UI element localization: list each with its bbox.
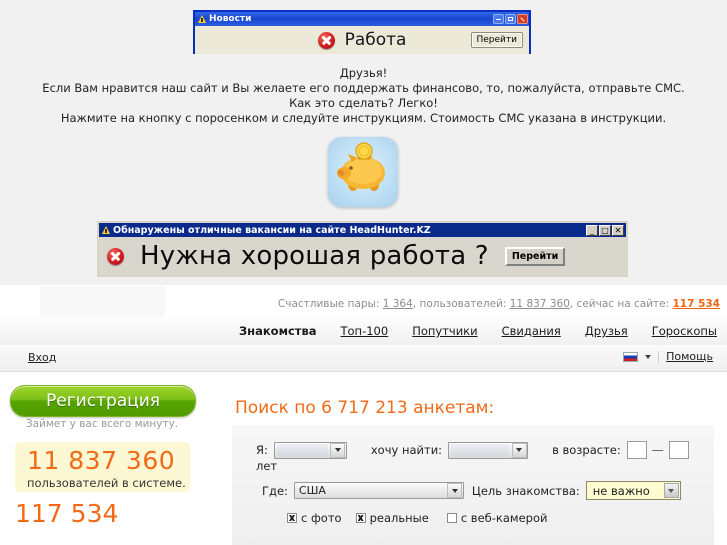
register-button-label: Регистрация: [46, 391, 160, 411]
banner1-headline: Работа: [344, 30, 407, 50]
help-link[interactable]: Помощь: [666, 350, 713, 363]
error-x-icon: [107, 247, 124, 265]
goal-value: не важно: [592, 483, 650, 498]
users-count-caption: пользователей в системе.: [27, 476, 186, 490]
minimize-icon[interactable]: _: [586, 224, 598, 236]
main-nav: Знакомства Топ-100 Попутчики Свидания Др…: [239, 317, 717, 345]
sms-line-2: Если Вам нравится наш сайт и Вы желаете …: [42, 81, 685, 95]
where-select[interactable]: США: [293, 482, 464, 499]
dating-site-page: Счастливые пары: 1 364, пользователей: 1…: [0, 285, 727, 545]
warning-triangle-icon: [102, 226, 110, 234]
checkbox-icon[interactable]: [287, 513, 297, 523]
register-button[interactable]: Регистрация: [10, 385, 196, 417]
banner1-body: Работа Перейти: [195, 26, 529, 54]
users-count-value: 11 837 360: [27, 446, 176, 475]
nav-item-svidaniya[interactable]: Свидания: [502, 324, 561, 338]
chevron-down-icon[interactable]: [330, 442, 346, 458]
checkbox-icon[interactable]: [446, 513, 457, 523]
want-value: [451, 443, 510, 457]
sms-line-1: Друзья!: [339, 66, 388, 80]
divider: [658, 350, 660, 363]
banner2-go-button[interactable]: Перейти: [504, 246, 566, 266]
chevron-down-icon[interactable]: [511, 442, 527, 458]
nav-item-goroskopy[interactable]: Гороскопы: [652, 324, 717, 338]
banner2-window-buttons[interactable]: _ □ ✕: [586, 224, 624, 236]
checkbox-real[interactable]: реальные: [355, 511, 429, 525]
nav-item-top100[interactable]: Топ-100: [341, 324, 389, 338]
close-icon[interactable]: ✕: [612, 224, 624, 236]
goal-label: Цель знакомства:: [471, 483, 580, 498]
age-unit-label: лет: [256, 459, 278, 473]
i-am-value: [276, 443, 328, 457]
minimize-icon[interactable]: [493, 14, 504, 24]
users-count-box: 11 837 360 пользователей в системе.: [15, 442, 190, 492]
maximize-icon[interactable]: □: [599, 224, 611, 236]
stats-comma-1: ,: [412, 298, 417, 310]
search-title: Поиск по 6 717 213 анкетам:: [235, 398, 495, 418]
chevron-down-icon[interactable]: [645, 354, 652, 359]
banner2-body: Нужна хорошая работа ? Перейти: [99, 237, 626, 275]
online-count-value: 117 534: [15, 499, 119, 528]
search-row-where: Где: США Цель знакомства: не важно: [262, 481, 681, 500]
users-label: пользователей:: [419, 298, 507, 310]
news-ad-banner[interactable]: Новости Работа Перейти: [193, 10, 531, 54]
age-label: в возрасте:: [552, 443, 621, 457]
online-label: сейчас на сайте:: [576, 298, 670, 310]
login-bar-right: Помощь: [623, 350, 713, 363]
online-value[interactable]: 117 534: [673, 298, 721, 310]
stats-comma-2: ,: [569, 298, 574, 310]
nav-item-znakomstva[interactable]: Знакомства: [239, 324, 317, 338]
piggy-bank-icon[interactable]: [328, 137, 398, 207]
register-subtext: Займет у вас всего минуту.: [25, 418, 179, 430]
checkbox-real-label: реальные: [369, 511, 429, 525]
warning-triangle-icon: [198, 15, 206, 23]
chevron-down-icon[interactable]: [447, 483, 463, 498]
chevron-down-icon[interactable]: [663, 483, 679, 498]
where-value: США: [298, 484, 326, 497]
login-link[interactable]: Вход: [28, 351, 56, 364]
banner1-title: Новости: [209, 14, 252, 24]
sms-promo-text: Друзья! Если Вам нравится наш сайт и Вы …: [0, 66, 727, 126]
close-icon[interactable]: [517, 14, 528, 24]
banner2-headline: Нужна хорошая работа ?: [140, 241, 489, 271]
age-from-input[interactable]: [626, 441, 647, 459]
banner2-title: Обнаружены отличные вакансии на сайте He…: [113, 224, 431, 236]
search-row-checkboxes: с фото реальные с веб-камерой: [287, 511, 547, 525]
age-range-dash: —: [651, 443, 664, 457]
russia-flag-icon[interactable]: [623, 351, 639, 362]
error-x-icon: [317, 31, 335, 49]
where-label: Где:: [262, 483, 288, 498]
want-select[interactable]: [448, 441, 529, 459]
age-to-input[interactable]: [668, 441, 689, 459]
checkbox-with-photo[interactable]: с фото: [287, 511, 342, 525]
checkbox-webcam[interactable]: с веб-камерой: [446, 511, 548, 525]
login-bar: Вход Помощь: [0, 345, 727, 372]
checkbox-with-photo-label: с фото: [301, 511, 342, 525]
nav-item-poputchiki[interactable]: Попутчики: [412, 324, 477, 338]
checkbox-icon[interactable]: [355, 513, 366, 523]
main-nav-bar: Знакомства Топ-100 Попутчики Свидания Др…: [0, 317, 727, 346]
users-value[interactable]: 11 837 360: [510, 298, 570, 310]
banner1-window-buttons[interactable]: [493, 14, 528, 24]
search-row-gender: Я: хочу найти: в возрасте: —: [256, 441, 689, 459]
checkbox-webcam-label: с веб-камерой: [460, 511, 548, 525]
goal-select[interactable]: не важно: [585, 481, 681, 500]
site-stats-bar: Счастливые пары: 1 364, пользователей: 1…: [278, 298, 720, 310]
couples-value[interactable]: 1 364: [383, 298, 413, 310]
banner1-go-button[interactable]: Перейти: [470, 32, 523, 48]
age-unit-row: лет: [256, 459, 277, 473]
sms-line-3: Как это сделать? Легко!: [289, 96, 438, 110]
i-am-label: Я:: [256, 443, 268, 457]
want-label: хочу найти:: [370, 443, 443, 457]
banner2-titlebar: Обнаружены отличные вакансии на сайте He…: [99, 223, 626, 237]
headhunter-ad-banner[interactable]: Обнаружены отличные вакансии на сайте He…: [97, 221, 628, 277]
couples-label: Счастливые пары:: [277, 298, 380, 310]
search-form-panel: Я: хочу найти: в возрасте: — лет Где: СШ…: [232, 425, 714, 545]
maximize-icon[interactable]: [505, 14, 516, 24]
sms-line-4: Нажмите на кнопку с поросенком и следуйт…: [60, 111, 667, 125]
banner1-titlebar: Новости: [195, 12, 529, 26]
nav-item-druzya[interactable]: Друзья: [585, 324, 628, 338]
i-am-select[interactable]: [273, 441, 347, 459]
